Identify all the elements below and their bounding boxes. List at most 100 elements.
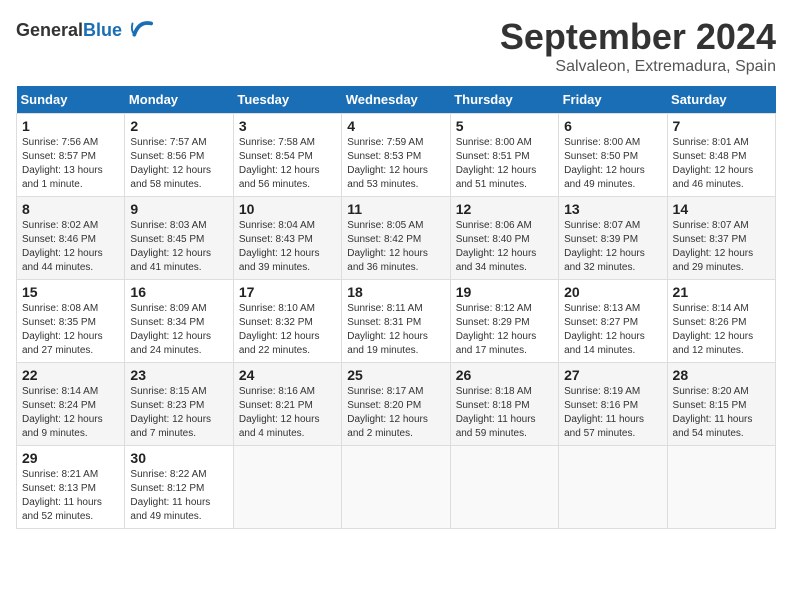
weekday-header: Thursday xyxy=(450,86,558,114)
calendar-day: 24Sunrise: 8:16 AM Sunset: 8:21 PM Dayli… xyxy=(233,363,341,446)
day-number: 20 xyxy=(564,284,661,300)
day-number: 25 xyxy=(347,367,444,383)
calendar-day: 25 Sunrise: 8:17 AM Sunset: 8:20 PM Dayli… xyxy=(342,363,450,446)
day-number: 5 xyxy=(456,118,553,134)
day-info: Sunrise: 8:18 AM Sunset: 8:18 PM Dayligh… xyxy=(456,385,553,441)
month-title: September 2024 xyxy=(500,16,776,58)
calendar-day: 28Sunrise: 8:20 AM Sunset: 8:15 PM Dayli… xyxy=(667,363,775,446)
weekday-header: Saturday xyxy=(667,86,775,114)
calendar-day: 15 Sunrise: 8:08 AM Sunset: 8:35 PM Dayli… xyxy=(17,280,125,363)
day-number: 13 xyxy=(564,201,661,217)
calendar-day: 29Sunrise: 8:21 AM Sunset: 8:13 PM Dayli… xyxy=(17,446,125,529)
day-info: Sunrise: 8:05 AM Sunset: 8:42 PM Dayligh… xyxy=(347,219,444,275)
day-info: Sunrise: 8:10 AM Sunset: 8:32 PM Dayligh… xyxy=(239,302,336,358)
day-info: Sunrise: 7:59 AM Sunset: 8:53 PM Dayligh… xyxy=(347,136,444,192)
calendar-day: 7Sunrise: 8:01 AM Sunset: 8:48 PM Daylig… xyxy=(667,114,775,197)
calendar-day: 12 Sunrise: 8:06 AM Sunset: 8:40 PM Dayli… xyxy=(450,197,558,280)
calendar-day: 8 Sunrise: 8:02 AM Sunset: 8:46 PM Daylig… xyxy=(17,197,125,280)
calendar-day: 2 Sunrise: 7:57 AM Sunset: 8:56 PM Daylig… xyxy=(125,114,233,197)
calendar-day: 19 Sunrise: 8:12 AM Sunset: 8:29 PM Dayli… xyxy=(450,280,558,363)
day-number: 23 xyxy=(130,367,227,383)
day-number: 18 xyxy=(347,284,444,300)
calendar-day: 16 Sunrise: 8:09 AM Sunset: 8:34 PM Dayli… xyxy=(125,280,233,363)
calendar-day: 1 Sunrise: 7:56 AM Sunset: 8:57 PM Daylig… xyxy=(17,114,125,197)
day-info: Sunrise: 8:08 AM Sunset: 8:35 PM Dayligh… xyxy=(22,302,119,358)
calendar-day: 18Sunrise: 8:11 AM Sunset: 8:31 PM Dayli… xyxy=(342,280,450,363)
calendar-day: 3Sunrise: 7:58 AM Sunset: 8:54 PM Daylig… xyxy=(233,114,341,197)
calendar-week-row: 22 Sunrise: 8:14 AM Sunset: 8:24 PM Dayli… xyxy=(17,363,776,446)
day-number: 14 xyxy=(673,201,770,217)
calendar-week-row: 29Sunrise: 8:21 AM Sunset: 8:13 PM Dayli… xyxy=(17,446,776,529)
weekday-header: Friday xyxy=(559,86,667,114)
calendar-day xyxy=(233,446,341,529)
calendar-day: 27Sunrise: 8:19 AM Sunset: 8:16 PM Dayli… xyxy=(559,363,667,446)
day-number: 3 xyxy=(239,118,336,134)
day-number: 16 xyxy=(130,284,227,300)
calendar-day: 13Sunrise: 8:07 AM Sunset: 8:39 PM Dayli… xyxy=(559,197,667,280)
calendar-table: SundayMondayTuesdayWednesdayThursdayFrid… xyxy=(16,86,776,529)
calendar-day: 5 Sunrise: 8:00 AM Sunset: 8:51 PM Daylig… xyxy=(450,114,558,197)
day-info: Sunrise: 8:22 AM Sunset: 8:12 PM Dayligh… xyxy=(130,468,227,524)
calendar-day: 22 Sunrise: 8:14 AM Sunset: 8:24 PM Dayli… xyxy=(17,363,125,446)
day-info: Sunrise: 8:14 AM Sunset: 8:26 PM Dayligh… xyxy=(673,302,770,358)
calendar-day xyxy=(450,446,558,529)
weekday-header-row: SundayMondayTuesdayWednesdayThursdayFrid… xyxy=(17,86,776,114)
day-number: 4 xyxy=(347,118,444,134)
day-info: Sunrise: 8:09 AM Sunset: 8:34 PM Dayligh… xyxy=(130,302,227,358)
day-number: 17 xyxy=(239,284,336,300)
weekday-header: Sunday xyxy=(17,86,125,114)
day-number: 12 xyxy=(456,201,553,217)
day-number: 1 xyxy=(22,118,119,134)
day-info: Sunrise: 8:00 AM Sunset: 8:51 PM Dayligh… xyxy=(456,136,553,192)
day-info: Sunrise: 8:14 AM Sunset: 8:24 PM Dayligh… xyxy=(22,385,119,441)
day-number: 15 xyxy=(22,284,119,300)
logo-general: General xyxy=(16,20,83,40)
day-number: 8 xyxy=(22,201,119,217)
title-area: September 2024 Salvaleon, Extremadura, S… xyxy=(500,16,776,76)
calendar-week-row: 1 Sunrise: 7:56 AM Sunset: 8:57 PM Daylig… xyxy=(17,114,776,197)
calendar-day xyxy=(667,446,775,529)
day-number: 11 xyxy=(347,201,444,217)
logo-blue: Blue xyxy=(83,20,122,40)
day-info: Sunrise: 8:00 AM Sunset: 8:50 PM Dayligh… xyxy=(564,136,661,192)
calendar-day: 17 Sunrise: 8:10 AM Sunset: 8:32 PM Dayli… xyxy=(233,280,341,363)
day-number: 26 xyxy=(456,367,553,383)
calendar-day: 23 Sunrise: 8:15 AM Sunset: 8:23 PM Dayli… xyxy=(125,363,233,446)
day-info: Sunrise: 7:57 AM Sunset: 8:56 PM Dayligh… xyxy=(130,136,227,192)
header: GeneralBlue September 2024 Salvaleon, Ex… xyxy=(16,16,776,76)
day-info: Sunrise: 7:56 AM Sunset: 8:57 PM Dayligh… xyxy=(22,136,119,192)
day-number: 19 xyxy=(456,284,553,300)
calendar-day: 4 Sunrise: 7:59 AM Sunset: 8:53 PM Daylig… xyxy=(342,114,450,197)
day-number: 30 xyxy=(130,450,227,466)
weekday-header: Tuesday xyxy=(233,86,341,114)
calendar-day xyxy=(342,446,450,529)
day-info: Sunrise: 8:07 AM Sunset: 8:37 PM Dayligh… xyxy=(673,219,770,275)
calendar-week-row: 15 Sunrise: 8:08 AM Sunset: 8:35 PM Dayli… xyxy=(17,280,776,363)
day-info: Sunrise: 8:04 AM Sunset: 8:43 PM Dayligh… xyxy=(239,219,336,275)
day-info: Sunrise: 8:13 AM Sunset: 8:27 PM Dayligh… xyxy=(564,302,661,358)
calendar-day: 6 Sunrise: 8:00 AM Sunset: 8:50 PM Daylig… xyxy=(559,114,667,197)
day-number: 29 xyxy=(22,450,119,466)
day-number: 22 xyxy=(22,367,119,383)
day-number: 9 xyxy=(130,201,227,217)
day-number: 28 xyxy=(673,367,770,383)
day-info: Sunrise: 8:06 AM Sunset: 8:40 PM Dayligh… xyxy=(456,219,553,275)
day-number: 21 xyxy=(673,284,770,300)
day-number: 6 xyxy=(564,118,661,134)
day-number: 7 xyxy=(673,118,770,134)
calendar-day: 30 Sunrise: 8:22 AM Sunset: 8:12 PM Dayli… xyxy=(125,446,233,529)
calendar-day: 9 Sunrise: 8:03 AM Sunset: 8:45 PM Daylig… xyxy=(125,197,233,280)
weekday-header: Wednesday xyxy=(342,86,450,114)
day-number: 2 xyxy=(130,118,227,134)
day-info: Sunrise: 8:17 AM Sunset: 8:20 PM Dayligh… xyxy=(347,385,444,441)
calendar-day xyxy=(559,446,667,529)
day-info: Sunrise: 8:12 AM Sunset: 8:29 PM Dayligh… xyxy=(456,302,553,358)
day-info: Sunrise: 8:02 AM Sunset: 8:46 PM Dayligh… xyxy=(22,219,119,275)
day-info: Sunrise: 8:15 AM Sunset: 8:23 PM Dayligh… xyxy=(130,385,227,441)
day-info: Sunrise: 8:19 AM Sunset: 8:16 PM Dayligh… xyxy=(564,385,661,441)
day-info: Sunrise: 8:16 AM Sunset: 8:21 PM Dayligh… xyxy=(239,385,336,441)
logo: GeneralBlue xyxy=(16,16,153,44)
calendar-week-row: 8 Sunrise: 8:02 AM Sunset: 8:46 PM Daylig… xyxy=(17,197,776,280)
calendar-day: 11 Sunrise: 8:05 AM Sunset: 8:42 PM Dayli… xyxy=(342,197,450,280)
day-info: Sunrise: 8:03 AM Sunset: 8:45 PM Dayligh… xyxy=(130,219,227,275)
